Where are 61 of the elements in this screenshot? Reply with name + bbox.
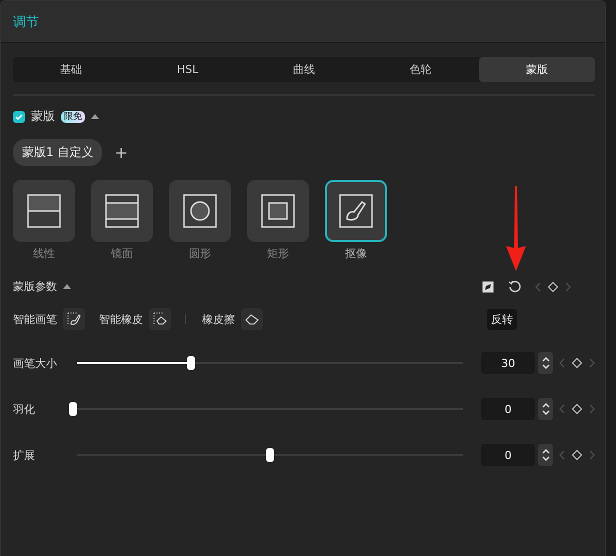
- checkmark-icon: [15, 114, 23, 120]
- up-down-chevron-icon: [542, 357, 550, 369]
- mask-chip[interactable]: 蒙版1 自定义: [13, 139, 102, 166]
- keyframe-nav-icon[interactable]: [559, 448, 596, 460]
- circle-mask-icon: [183, 194, 217, 228]
- eraser-icon: [245, 313, 259, 325]
- tool-label: 橡皮擦: [202, 312, 235, 326]
- brush-mask-icon: [339, 194, 373, 228]
- mask-type-label: 镜面: [111, 246, 133, 261]
- mask-type-button[interactable]: [325, 180, 387, 242]
- slider-label: 画笔大小: [13, 356, 58, 370]
- tab[interactable]: 蒙版: [478, 57, 596, 82]
- tool-button[interactable]: [149, 308, 171, 330]
- mask-type-label: 矩形: [267, 246, 289, 261]
- slider-thumb[interactable]: [266, 448, 274, 462]
- stepper-button[interactable]: [538, 444, 554, 466]
- mask-type-button[interactable]: [169, 180, 231, 242]
- checkbox[interactable]: [13, 110, 25, 122]
- linear-mask-icon: [27, 194, 61, 228]
- mask-type-button[interactable]: [13, 180, 75, 242]
- stepper-button[interactable]: [538, 352, 554, 374]
- mask-label: 蒙版: [31, 108, 55, 125]
- keyframe-nav-icon[interactable]: [535, 280, 571, 292]
- free-badge: 限免: [61, 110, 85, 122]
- mask-type-label: 线性: [33, 246, 55, 261]
- slider-label: 扩展: [13, 448, 36, 462]
- invert-tooltip: 反转: [487, 308, 517, 330]
- tool-label: 智能橡皮: [99, 312, 143, 326]
- mask-type-label: 圆形: [189, 246, 211, 261]
- tab[interactable]: 基础: [13, 57, 130, 82]
- tool-button[interactable]: [241, 308, 263, 330]
- add-mask-button[interactable]: +: [106, 143, 136, 162]
- slider-label: 羽化: [13, 402, 36, 416]
- dotted-brush-icon: [67, 312, 81, 326]
- tool-button[interactable]: [63, 308, 85, 330]
- tab[interactable]: HSL: [129, 57, 246, 82]
- number-field[interactable]: 0: [481, 444, 536, 466]
- slider-thumb[interactable]: [187, 356, 196, 370]
- tab[interactable]: 色轮: [362, 57, 479, 82]
- up-down-chevron-icon: [542, 403, 550, 415]
- slider-thumb[interactable]: [69, 402, 78, 416]
- mask-type-button[interactable]: [91, 180, 153, 242]
- up-down-chevron-icon: [542, 449, 550, 461]
- number-field[interactable]: 0: [481, 398, 536, 420]
- stepper-button[interactable]: [538, 398, 554, 420]
- reset-icon[interactable]: [508, 280, 521, 293]
- mask-type-label: 抠像: [345, 246, 367, 261]
- panel-title: 调节: [13, 14, 39, 30]
- section-title: 蒙版参数: [13, 279, 57, 294]
- collapse-caret-icon[interactable]: [91, 114, 99, 119]
- collapse-caret-icon[interactable]: [63, 284, 71, 289]
- mask-type-button[interactable]: [247, 180, 309, 242]
- rectangle-mask-icon: [261, 194, 295, 228]
- keyframe-nav-icon[interactable]: [559, 356, 596, 368]
- number-field[interactable]: 30: [481, 352, 536, 374]
- dotted-eraser-icon: [153, 312, 167, 326]
- invert-button[interactable]: [482, 280, 494, 292]
- tab[interactable]: 曲线: [246, 57, 362, 82]
- mirror-mask-icon: [105, 194, 139, 228]
- keyframe-nav-icon[interactable]: [559, 402, 596, 414]
- tool-label: 智能画笔: [13, 312, 57, 326]
